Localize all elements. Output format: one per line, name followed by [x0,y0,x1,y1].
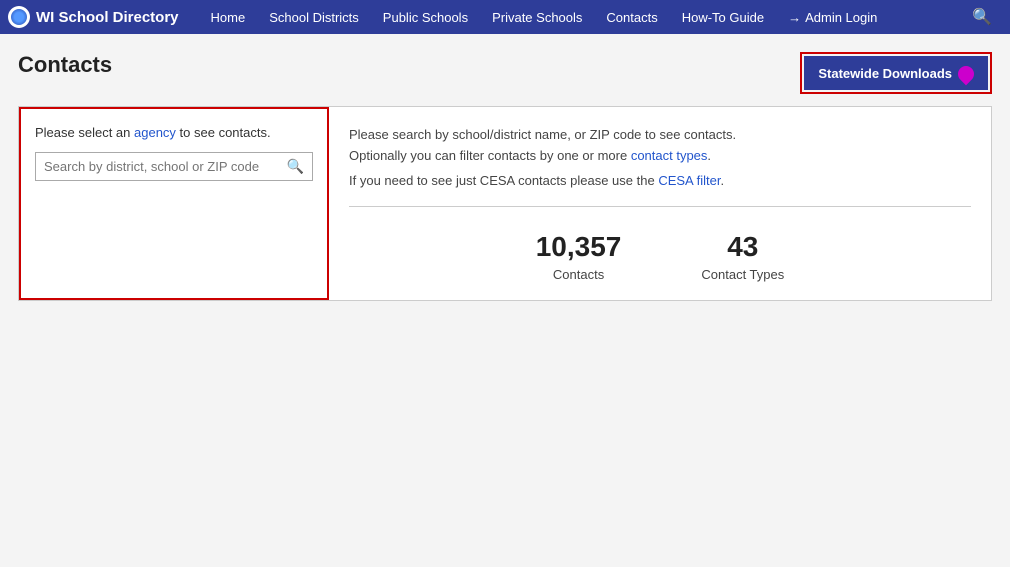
nav-links: Home School Districts Public Schools Pri… [199,0,963,34]
brand-icon [8,6,30,28]
contact-types-link[interactable]: contact types [631,148,708,163]
divider [349,206,971,207]
search-submit-button[interactable]: 🔍 [287,158,304,175]
page-content: Contacts Statewide Downloads Please sele… [0,34,1010,567]
search-input[interactable] [44,159,287,174]
search-box: 🔍 [35,152,313,181]
nav-admin-login[interactable]: → Admin Login [776,0,889,34]
statewide-downloads-button[interactable]: Statewide Downloads [804,56,988,90]
contacts-label: Contacts [553,267,604,282]
login-icon: → [788,10,801,25]
nav-private-schools[interactable]: Private Schools [480,0,594,34]
stat-contact-types: 43 Contact Types [701,231,784,282]
search-desc-line1: Please search by school/district name, o… [349,125,971,167]
brand-globe-icon [11,9,27,25]
stats-row: 10,357 Contacts 43 Contact Types [349,231,971,282]
contact-types-label: Contact Types [701,267,784,282]
agency-prompt: Please select an agency to see contacts. [35,125,313,140]
nav-how-to-guide[interactable]: How-To Guide [670,0,776,34]
nav-search-button[interactable]: 🔍 [962,0,1002,34]
cursor-icon [955,63,978,86]
right-panel: Please search by school/district name, o… [329,107,991,300]
statewide-btn-wrapper: Statewide Downloads [800,52,992,94]
main-layout: Please select an agency to see contacts.… [18,106,992,301]
statewide-downloads-label: Statewide Downloads [818,66,952,81]
brand-link[interactable]: WI School Directory [8,6,179,28]
nav-school-districts[interactable]: School Districts [257,0,371,34]
navbar: WI School Directory Home School District… [0,0,1010,34]
contacts-count: 10,357 [536,231,622,263]
cesa-note: If you need to see just CESA contacts pl… [349,173,971,188]
brand-title: WI School Directory [36,9,179,26]
nav-home[interactable]: Home [199,0,258,34]
contact-types-count: 43 [727,231,758,263]
stat-contacts: 10,357 Contacts [536,231,622,282]
nav-contacts[interactable]: Contacts [594,0,669,34]
left-panel: Please select an agency to see contacts.… [19,107,329,300]
page-header: Contacts Statewide Downloads [18,52,992,94]
agency-link[interactable]: agency [134,125,176,140]
admin-login-label: Admin Login [805,10,877,25]
cesa-filter-link[interactable]: CESA filter [658,173,720,188]
nav-public-schools[interactable]: Public Schools [371,0,480,34]
page-title: Contacts [18,52,112,78]
